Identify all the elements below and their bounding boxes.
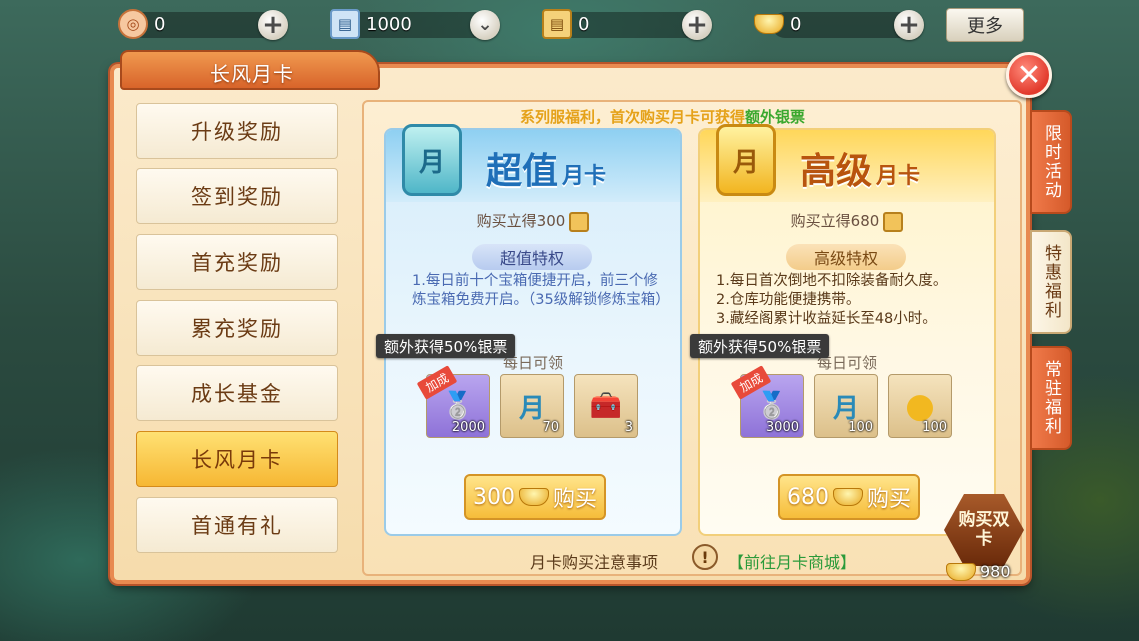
scroll-ticket-icon: ▤ (330, 9, 360, 39)
menu-item-level-reward[interactable]: 升级奖励 (136, 103, 338, 159)
buy-price: 680 (786, 484, 829, 510)
buy-premium-card-button[interactable]: 680 购买 (778, 474, 920, 520)
instant-gain: 购买立得300 (386, 210, 680, 232)
bonus-badge: 额外获得50%银票 (690, 334, 830, 358)
card-title-suffix: 月卡 (562, 163, 607, 189)
privilege-description: 1.每日前十个宝箱便捷开启，前三个修炼宝箱免费开启。（35级解锁修炼宝箱） (412, 273, 670, 308)
buy-value-card-button[interactable]: 300 购买 (464, 474, 606, 520)
daily-rewards: 🥈 加成 3000 月 100 ● 100 (730, 365, 952, 438)
gain-text: 购买立得300 (476, 212, 566, 230)
menu-item-cumulative-recharge[interactable]: 累充奖励 (136, 300, 338, 356)
add-ingot-button[interactable]: + (894, 10, 924, 40)
resource-coupon: ◎ 0 (118, 8, 165, 40)
double-card-price-value: 980 (980, 562, 1011, 581)
card-title-suffix: 月卡 (876, 163, 921, 189)
double-card-label: 购买双卡 (944, 494, 1024, 566)
resource-bar: ◎ 0 + ▤ 1000 ⌄ ▤ 0 + 0 + 更多 (108, 4, 1028, 44)
treasure-chest-icon: 🧰 (589, 391, 623, 421)
add-gold-scroll-button[interactable]: + (682, 10, 712, 40)
gold-ingot-icon (518, 488, 549, 506)
menu-item-growth-fund[interactable]: 成长基金 (136, 365, 338, 421)
reward-treasure-chest[interactable]: 🧰 3 (574, 374, 638, 438)
double-card-price: 980 (946, 562, 1011, 581)
card-title: 高级 月卡 (800, 142, 920, 194)
resource-ingot: 0 (754, 8, 801, 40)
month-token-icon: 月 (518, 393, 545, 424)
buy-price: 300 (472, 484, 515, 510)
privilege-description: 1.每日首次倒地不扣除装备耐久度。 2.仓库功能便捷携带。 3.藏经阁累计收益延… (716, 273, 948, 327)
resource-value: 0 (578, 13, 590, 35)
resource-value: 1000 (366, 13, 412, 35)
reward-silver-ingot[interactable]: 🥈 加成 2000 (416, 365, 490, 438)
privilege-title: 高级特权 (786, 244, 906, 270)
buy-label: 购买 (866, 487, 911, 512)
menu-item-monthly-card[interactable]: 长风月卡 (136, 431, 338, 487)
instant-gain: 购买立得680 (700, 210, 994, 232)
month-token-icon: 月 (832, 393, 859, 424)
gold-ingot-icon (832, 488, 863, 506)
menu-item-first-recharge[interactable]: 首充奖励 (136, 234, 338, 290)
coupon-icon: ◎ (118, 9, 148, 39)
more-button[interactable]: 更多 (946, 8, 1024, 42)
gold-scroll-icon (883, 211, 904, 232)
resource-value: 0 (790, 13, 802, 35)
silver-ingot-icon: 🥈 (441, 391, 475, 421)
reward-count: 2000 (451, 420, 485, 435)
gold-ingot-icon (946, 562, 976, 581)
resource-gold-scroll: ▤ 0 (542, 8, 589, 40)
reward-silver-ingot[interactable]: 🥈 加成 3000 (730, 365, 804, 438)
reward-count: 3 (624, 420, 633, 435)
tab-special-offers[interactable]: 特惠福利 (1030, 230, 1072, 334)
month-emblem-icon: 月 (402, 124, 462, 196)
daily-rewards: 🥈 加成 2000 月 70 🧰 3 (416, 365, 638, 438)
gain-text: 购买立得680 (790, 212, 880, 230)
menu-item-signin-reward[interactable]: 签到奖励 (136, 168, 338, 224)
tab-permanent-welfare[interactable]: 常驻福利 (1030, 346, 1072, 450)
gold-scroll-icon: ▤ (542, 9, 572, 39)
reward-month-token[interactable]: 月 100 (814, 374, 878, 438)
buy-double-card-button[interactable]: 购买双卡 980 (938, 494, 1028, 590)
reward-count: 100 (922, 420, 947, 435)
card-title-main: 超值 (486, 150, 559, 192)
bonus-badge: 额外获得50%银票 (376, 334, 516, 358)
privilege-title: 超值特权 (472, 244, 592, 270)
reward-count: 100 (848, 420, 873, 435)
menu-item-first-clear-gift[interactable]: 首通有礼 (136, 497, 338, 553)
reward-month-token[interactable]: 月 70 (500, 374, 564, 438)
resource-value: 0 (154, 13, 166, 35)
reward-gold-orb[interactable]: ● 100 (888, 374, 952, 438)
panel-title: 长风月卡 (210, 62, 294, 86)
monthly-card-mall-link[interactable]: 【前往月卡商城】 (728, 549, 856, 573)
value-monthly-card: 月 超值 月卡 购买立得300 超值特权 1.每日前十个宝箱便捷开启，前三个修炼宝… (376, 124, 682, 536)
reward-count: 70 (542, 420, 559, 435)
card-title-main: 高级 (800, 150, 873, 192)
notice-text: 系列服福利，首次购买月卡可获得 (520, 108, 746, 126)
purchase-notes-label: 月卡购买注意事项 (530, 553, 659, 572)
add-coupon-button[interactable]: + (258, 10, 288, 40)
reward-count: 3000 (765, 420, 799, 435)
chevron-down-icon[interactable]: ⌄ (470, 10, 500, 40)
gold-scroll-icon (569, 211, 590, 232)
resource-ticket: ▤ 1000 (330, 8, 412, 40)
close-icon[interactable]: ✕ (1006, 52, 1052, 98)
silver-ingot-icon: 🥈 (755, 391, 789, 421)
card-title: 超值 月卡 (486, 142, 606, 194)
silver-ingot-icon (754, 14, 784, 34)
warning-icon[interactable]: ! (692, 544, 718, 570)
premium-monthly-card: 月 高级 月卡 购买立得680 高级特权 1.每日首次倒地不扣除装备耐久度。 2.… (690, 124, 996, 536)
buy-label: 购买 (552, 487, 597, 512)
month-emblem-icon: 月 (716, 124, 776, 196)
tab-limited-events[interactable]: 限时活动 (1030, 110, 1072, 214)
